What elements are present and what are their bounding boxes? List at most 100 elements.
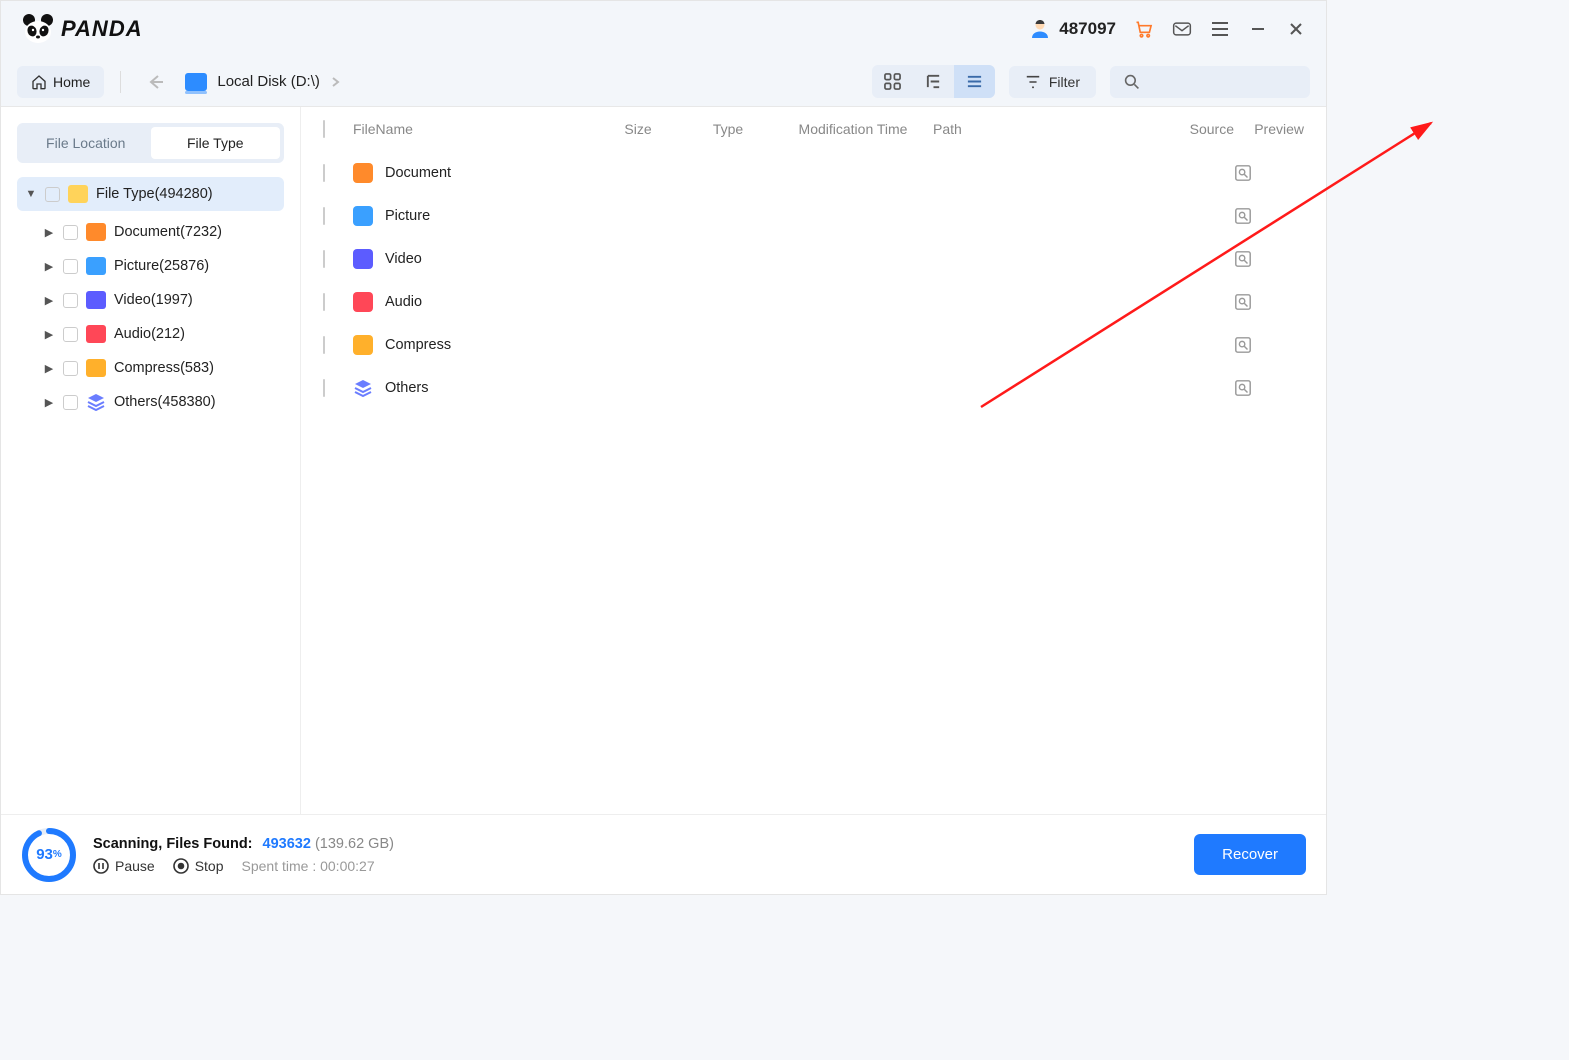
pause-icon — [93, 858, 109, 874]
sidebar-tabs: File Location File Type — [17, 123, 284, 163]
checkbox[interactable] — [323, 379, 325, 397]
tree-item-label: Compress(583) — [114, 360, 214, 376]
checkbox[interactable] — [63, 259, 78, 274]
filter-button[interactable]: Filter — [1009, 66, 1096, 98]
type-icon — [353, 163, 373, 183]
col-type[interactable]: Type — [683, 121, 773, 137]
view-list-button[interactable] — [954, 65, 995, 98]
checkbox[interactable] — [45, 187, 60, 202]
tree-root-label: File Type(494280) — [96, 186, 213, 202]
toolbar-separator — [120, 71, 121, 93]
pause-label: Pause — [115, 858, 155, 874]
stop-button[interactable]: Stop — [173, 858, 224, 874]
preview-button[interactable] — [1234, 164, 1304, 182]
list-row[interactable]: Document — [317, 151, 1310, 194]
tree-item[interactable]: ▶ Others(458380) — [35, 385, 284, 419]
tab-file-type[interactable]: File Type — [151, 127, 281, 159]
checkbox[interactable] — [63, 361, 78, 376]
type-icon — [353, 378, 373, 398]
progress-percent: 93 — [36, 846, 53, 863]
tree-item[interactable]: ▶ Document(7232) — [35, 215, 284, 249]
view-grid-button[interactable] — [872, 65, 913, 98]
breadcrumb: Local Disk (D:\) — [185, 73, 340, 91]
spent-time: Spent time : 00:00:27 — [242, 858, 375, 874]
col-mtime[interactable]: Modification Time — [773, 121, 933, 137]
type-icon — [353, 335, 373, 355]
list-row[interactable]: Others — [317, 366, 1310, 409]
checkbox[interactable] — [323, 293, 325, 311]
chevron-down-icon[interactable]: ▼ — [25, 188, 37, 200]
row-name: Others — [385, 380, 429, 396]
row-name: Audio — [385, 294, 422, 310]
list-row[interactable]: Video — [317, 237, 1310, 280]
checkbox[interactable] — [63, 225, 78, 240]
preview-button[interactable] — [1234, 336, 1304, 354]
tree-root[interactable]: ▼ File Type(494280) — [17, 177, 284, 211]
user-id: 487097 — [1059, 19, 1116, 39]
chevron-right-icon[interactable]: ▶ — [43, 328, 55, 341]
tree-item-label: Picture(25876) — [114, 258, 209, 274]
tree-item[interactable]: ▶ Compress(583) — [35, 351, 284, 385]
type-icon — [86, 393, 106, 411]
breadcrumb-label: Local Disk (D:\) — [217, 73, 320, 90]
pause-button[interactable]: Pause — [93, 858, 155, 874]
disk-icon — [185, 73, 207, 91]
status-size: (139.62 GB) — [315, 836, 394, 852]
preview-button[interactable] — [1234, 207, 1304, 225]
col-path[interactable]: Path — [933, 121, 1033, 137]
stop-icon — [173, 858, 189, 874]
tree-item-label: Document(7232) — [114, 224, 222, 240]
search-input[interactable] — [1110, 66, 1310, 98]
minimize-icon[interactable] — [1248, 19, 1268, 39]
mail-icon[interactable] — [1172, 19, 1192, 39]
user-chip[interactable]: 487097 — [1029, 18, 1116, 40]
checkbox[interactable] — [63, 395, 78, 410]
close-icon[interactable] — [1286, 19, 1306, 39]
row-name: Picture — [385, 208, 430, 224]
tab-file-location[interactable]: File Location — [21, 127, 151, 159]
checkbox-all[interactable] — [323, 120, 325, 138]
search-icon — [1124, 74, 1140, 90]
checkbox[interactable] — [323, 164, 325, 182]
tree-item[interactable]: ▶Audio(212) — [35, 317, 284, 351]
type-icon — [86, 223, 106, 241]
chevron-right-icon[interactable]: ▶ — [43, 294, 55, 307]
list-row[interactable]: Compress — [317, 323, 1310, 366]
cart-icon[interactable] — [1134, 19, 1154, 39]
col-filename[interactable]: FileName — [353, 121, 593, 137]
preview-button[interactable] — [1234, 379, 1304, 397]
app-logo: PANDA — [21, 14, 143, 44]
checkbox[interactable] — [63, 327, 78, 342]
chevron-right-icon[interactable]: ▶ — [43, 396, 55, 409]
status-label: Scanning, Files Found: — [93, 836, 253, 852]
tree-item-label: Others(458380) — [114, 394, 216, 410]
checkbox[interactable] — [323, 207, 325, 225]
home-button[interactable]: Home — [17, 66, 104, 98]
list-row[interactable]: Audio — [317, 280, 1310, 323]
recover-button[interactable]: Recover — [1194, 834, 1306, 875]
list-row[interactable]: Picture — [317, 194, 1310, 237]
col-preview[interactable]: Preview — [1234, 121, 1304, 137]
chevron-right-icon[interactable]: ▶ — [43, 226, 55, 239]
view-tree-button[interactable] — [913, 65, 954, 98]
tree-item[interactable]: ▶Video(1997) — [35, 283, 284, 317]
avatar-icon — [1029, 18, 1051, 40]
preview-button[interactable] — [1234, 293, 1304, 311]
back-button[interactable] — [137, 68, 175, 96]
chevron-right-icon[interactable]: ▶ — [43, 362, 55, 375]
preview-button[interactable] — [1234, 250, 1304, 268]
body: File Location File Type ▼ File Type(4942… — [1, 107, 1326, 814]
checkbox[interactable] — [323, 250, 325, 268]
type-icon — [353, 249, 373, 269]
checkbox[interactable] — [63, 293, 78, 308]
chevron-right-icon[interactable]: ▶ — [43, 260, 55, 273]
brand-text: PANDA — [61, 16, 143, 42]
sidebar: File Location File Type ▼ File Type(4942… — [1, 107, 301, 814]
tree-item[interactable]: ▶ Picture(25876) — [35, 249, 284, 283]
checkbox[interactable] — [323, 336, 325, 354]
menu-icon[interactable] — [1210, 19, 1230, 39]
col-size[interactable]: Size — [593, 121, 683, 137]
folder-icon — [68, 185, 88, 203]
col-source[interactable]: Source — [1174, 121, 1234, 137]
row-name: Document — [385, 165, 451, 181]
